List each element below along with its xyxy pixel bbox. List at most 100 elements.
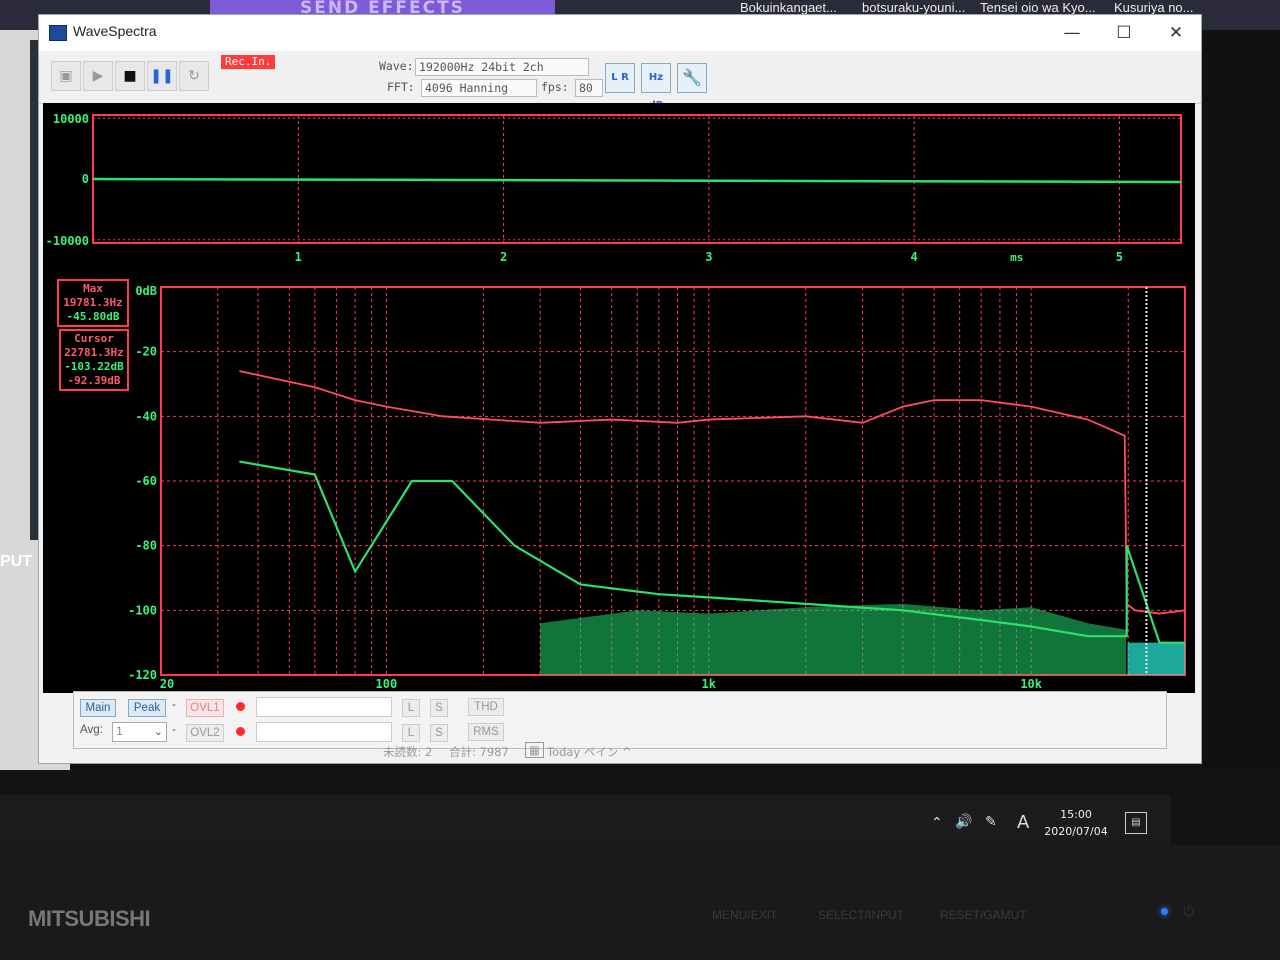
waveform-x-tick-label: 4 [911, 250, 918, 264]
app-icon [49, 25, 67, 41]
spectrum-x-tick-label: 10k [1020, 677, 1042, 691]
spectrum-x-tick-label: 20 [160, 677, 174, 691]
notification-icon[interactable]: ▤ [1125, 812, 1147, 834]
waveform-signal-line [92, 177, 1182, 184]
waveform-y-tick-label: -10000 [46, 234, 89, 248]
waveform-x-tick-label: 5 [1116, 250, 1123, 264]
cursor-readout-box: Cursor 22781.3Hz -103.22dB -92.39dB [59, 329, 129, 391]
bottom-control-bar: Main Peak - OVL1 L S THD Avg: 1 ⌄ - OVL2… [73, 691, 1167, 749]
main-button[interactable]: Main [80, 699, 116, 717]
waveform-x-unit-label: ms [1010, 251, 1023, 264]
today-pane-toggle[interactable]: Today ペイン ^ [547, 744, 632, 760]
monitor-button-select[interactable]: SELECT/INPUT [818, 908, 904, 922]
wavespectra-window: WaveSpectra — ☐ ✕ ▣ ▶ ■ ❚❚ ↻ Rec.In. Wav… [38, 14, 1202, 764]
cursor-level-left: -103.22dB [64, 360, 124, 373]
rec-in-indicator: Rec.In. [221, 55, 276, 69]
s-button-2[interactable]: S [430, 724, 448, 742]
s-button-1[interactable]: S [430, 699, 448, 717]
wave-label: Wave: [379, 59, 414, 73]
play-icon[interactable]: ▶ [83, 61, 113, 91]
pen-icon[interactable]: ✎ [985, 814, 997, 830]
loop-icon[interactable]: ↻ [179, 61, 209, 91]
fps-label: fps: [541, 80, 569, 94]
spectrum-x-tick-label: 100 [376, 677, 398, 691]
spectrum-y-tick-label: -100 [128, 603, 157, 617]
volume-icon[interactable]: 🔊 [955, 814, 972, 830]
spectrum-y-tick-label: -120 [128, 668, 157, 682]
l-button-1[interactable]: L [402, 699, 420, 717]
spectrum-noise-band-high [1127, 642, 1185, 675]
ime-indicator[interactable]: A [1017, 812, 1029, 833]
fps-field: 80 [575, 79, 603, 97]
calendar-icon[interactable]: ▦ [525, 742, 544, 758]
total-count: 合計: 7987 [449, 745, 509, 759]
cursor-level-right: -92.39dB [67, 374, 121, 387]
spectrum-y-tick-label: -40 [135, 409, 157, 423]
spectrum-noise-band [540, 603, 1127, 675]
waveform-x-tick-label: 1 [295, 250, 302, 264]
max-label: Max [83, 282, 103, 295]
waveform-x-tick-label: 3 [705, 250, 712, 264]
spectrum-chart[interactable]: 0dB -20 -40 -60 -80 -100 -12020 100 1k 10k [43, 275, 1195, 695]
window-title: WaveSpectra [73, 23, 157, 39]
record-dot-icon [236, 727, 245, 736]
channel-lr-icon[interactable]: L R [605, 63, 635, 93]
cursor-frequency: 22781.3Hz [64, 346, 124, 359]
spectrum-y-tick-label: -20 [135, 345, 157, 359]
monitor-button-menu[interactable]: MENU/EXIT [712, 908, 777, 922]
spectrum-y-tick-label: -80 [135, 539, 157, 553]
level-meter-2 [256, 722, 392, 742]
wave-format-field: 192000Hz 24bit 2ch [415, 58, 589, 76]
separator-dash: - [172, 699, 176, 711]
fft-setting-field: 4096 Hanning [421, 79, 537, 97]
plot-area: 10000 0 -10000 1 2 3 4 5 ms 0dB -20 -40 -60 -80 -100 -… [43, 103, 1195, 693]
monitor-power-led [1161, 908, 1168, 915]
power-icon[interactable]: ⏻ [1183, 904, 1194, 920]
minimize-button[interactable]: — [1057, 21, 1087, 45]
thd-button[interactable]: THD [468, 698, 504, 716]
spectrum-x-tick-label: 1k [702, 677, 717, 691]
spectrum-y-tick-label: 0dB [135, 284, 157, 298]
waveform-y-tick-label: 10000 [53, 112, 89, 126]
monitor-button-reset[interactable]: RESET/GAMUT [940, 908, 1027, 922]
spectrum-y-tick-label: -60 [135, 474, 157, 488]
max-level: -45.80dB [66, 310, 120, 323]
waveform-chart[interactable]: 10000 0 -10000 1 2 3 4 5 ms [43, 103, 1195, 273]
record-disk-icon[interactable]: ▣ [51, 61, 81, 91]
l-button-2[interactable]: L [402, 724, 420, 742]
record-dot-icon [236, 702, 245, 711]
chevron-down-icon: ⌄ [153, 725, 163, 738]
taskbar-clock[interactable]: 15:00 2020/07/04 [1040, 806, 1112, 840]
max-readout-box: Max 19781.3Hz -45.80dB [57, 279, 129, 327]
peak-button[interactable]: Peak [128, 699, 166, 717]
close-button[interactable]: ✕ [1161, 21, 1191, 45]
title-bar[interactable]: WaveSpectra — ☐ ✕ [39, 15, 1201, 51]
clock-time: 15:00 [1060, 808, 1092, 821]
avg-label: Avg: [80, 724, 103, 736]
monitor-brand: MITSUBISHI [28, 906, 151, 931]
pause-icon[interactable]: ❚❚ [147, 61, 177, 91]
rms-button[interactable]: RMS [468, 723, 504, 741]
tray-chevron-icon[interactable]: ⌃ [931, 815, 943, 831]
avg-value: 1 [116, 725, 123, 738]
settings-wrench-icon[interactable]: 🔧 [677, 63, 707, 93]
waveform-x-tick-label: 2 [500, 250, 507, 264]
toolbar: ▣ ▶ ■ ❚❚ ↻ Rec.In. Wave: 192000Hz 24bit … [39, 51, 1201, 111]
ovl1-indicator: OVL1 [186, 699, 224, 717]
waveform-y-tick-label: 0 [82, 172, 89, 186]
max-frequency: 19781.3Hz [63, 296, 123, 309]
monitor-bezel [0, 845, 1280, 960]
unread-count: 未読数: 2 [383, 745, 433, 759]
background-panel-label: PUT [0, 553, 32, 570]
stop-icon[interactable]: ■ [115, 61, 145, 91]
separator-dash: - [172, 724, 176, 736]
clock-date: 2020/07/04 [1044, 825, 1108, 838]
ovl2-indicator: OVL2 [186, 724, 224, 742]
level-meter-1 [256, 697, 392, 717]
hz-db-icon[interactable]: Hz dB [641, 63, 671, 111]
spectrum-series-max-line [239, 370, 1186, 615]
fft-label: FFT: [387, 80, 415, 94]
avg-select[interactable]: 1 ⌄ [112, 722, 167, 742]
cursor-label: Cursor [74, 332, 114, 345]
maximize-button[interactable]: ☐ [1109, 21, 1139, 45]
